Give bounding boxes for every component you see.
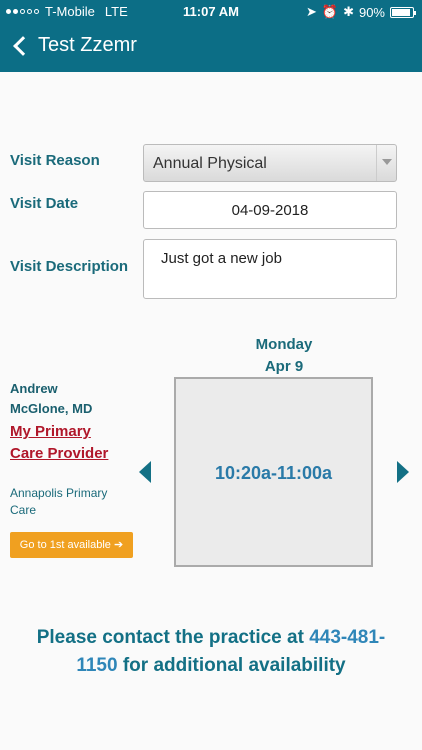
contact-suffix: for additional availability: [122, 655, 346, 676]
primary-care-link-line2[interactable]: Care Provider: [10, 443, 140, 465]
chevron-down-icon: [376, 145, 396, 181]
visit-description-field[interactable]: Just got a new job: [143, 239, 397, 299]
next-day-arrow-icon[interactable]: [397, 461, 409, 483]
primary-care-link-line1[interactable]: My Primary: [10, 421, 140, 443]
practice-name-line1: Annapolis Primary: [10, 486, 108, 500]
visit-reason-value: Annual Physical: [153, 155, 267, 172]
go-to-first-available-button[interactable]: Go to 1st available ➔: [10, 532, 133, 558]
visit-date-field[interactable]: 04-09-2018: [143, 191, 397, 229]
day-name: Monday: [255, 336, 313, 353]
app-header: T-Mobile LTE 11:07 AM ➤ ⏰ ✱ 90% Test Zze…: [0, 0, 422, 72]
visit-reason-select[interactable]: Annual Physical: [143, 144, 397, 182]
location-icon: ➤: [305, 4, 317, 19]
chevron-left-icon: [13, 35, 33, 56]
day-date: Apr 9: [264, 358, 304, 375]
battery-percent: 90%: [358, 4, 385, 20]
bluetooth-icon: ✱: [343, 4, 354, 19]
visit-description-value: Just got a new job: [161, 250, 282, 267]
day-header: Monday Apr 9: [174, 334, 394, 378]
contact-message: Please contact the practice at 443-481- …: [0, 624, 422, 680]
nav-title: Test Zzemr: [38, 34, 137, 56]
alarm-icon: ⏰: [321, 4, 339, 19]
phone-link-part2[interactable]: 1150: [76, 655, 117, 676]
contact-prefix: Please contact the practice at: [36, 627, 304, 648]
provider-name-line1: Andrew: [10, 381, 58, 396]
phone-link-part1[interactable]: 443-481-: [309, 627, 385, 648]
visit-date-value: 04-09-2018: [231, 202, 309, 219]
status-bar: T-Mobile LTE 11:07 AM ➤ ⏰ ✱ 90%: [0, 0, 422, 22]
time-slot-label: 10:20a-11:00a: [214, 463, 333, 483]
visit-description-label: Visit Description: [10, 258, 129, 275]
visit-reason-label: Visit Reason: [10, 152, 100, 169]
provider-info: Andrew McGlone, MD My Primary Care Provi…: [10, 379, 140, 519]
provider-name-line2: McGlone, MD: [10, 401, 93, 416]
battery-icon: [390, 6, 416, 18]
visit-date-label: Visit Date: [10, 195, 79, 212]
time-slot[interactable]: 10:20a-11:00a: [174, 377, 373, 567]
practice-name-line2: Care: [10, 503, 37, 517]
previous-day-arrow-icon[interactable]: [139, 461, 151, 483]
back-button[interactable]: Test Zzemr: [10, 34, 137, 57]
